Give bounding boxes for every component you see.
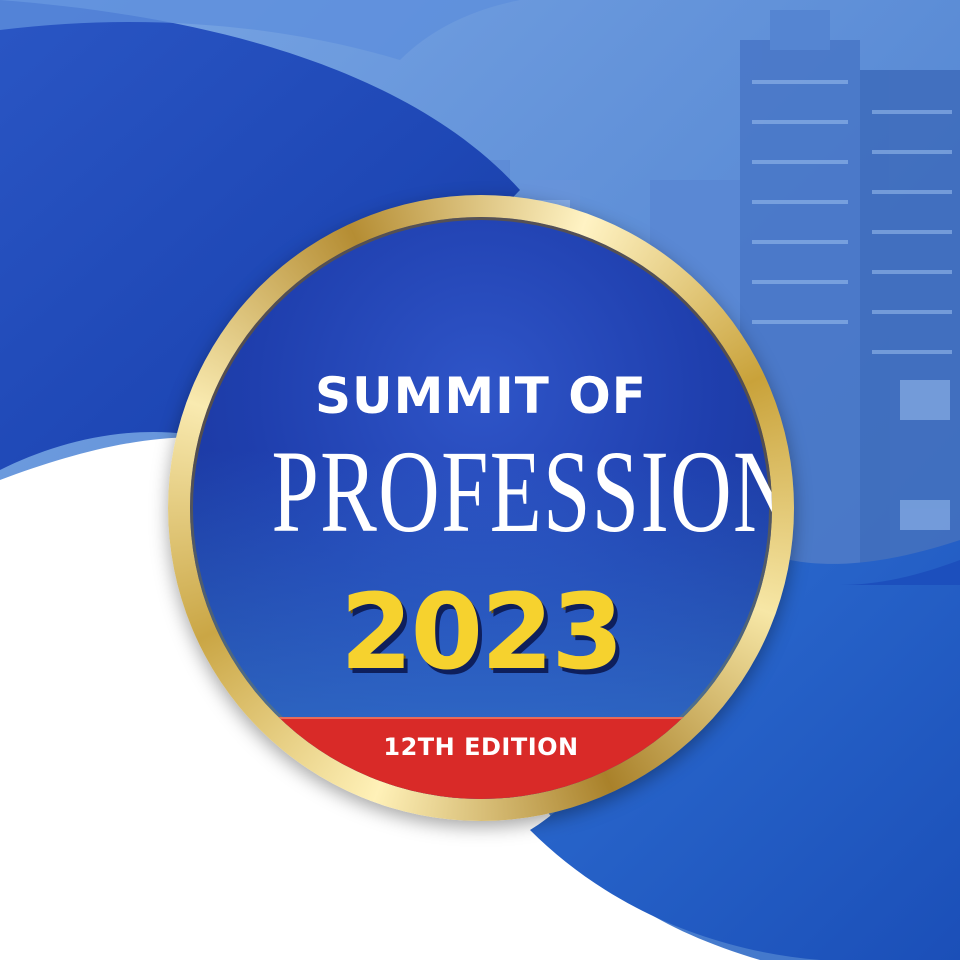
badge-line-professionals: PROFESSIONALS	[271, 426, 772, 557]
edition-label: 12TH EDITION	[383, 733, 579, 761]
promo-graphic: SUMMIT OF PROFESSIONALS 2023 12TH EDITIO…	[0, 0, 960, 960]
badge-face: SUMMIT OF PROFESSIONALS 2023 12TH EDITIO…	[190, 217, 772, 799]
summit-badge: SUMMIT OF PROFESSIONALS 2023 12TH EDITIO…	[168, 195, 794, 821]
edition-band: 12TH EDITION	[190, 717, 772, 799]
badge-year: 2023	[340, 571, 623, 693]
badge-line-summit-of: SUMMIT OF	[315, 367, 647, 425]
